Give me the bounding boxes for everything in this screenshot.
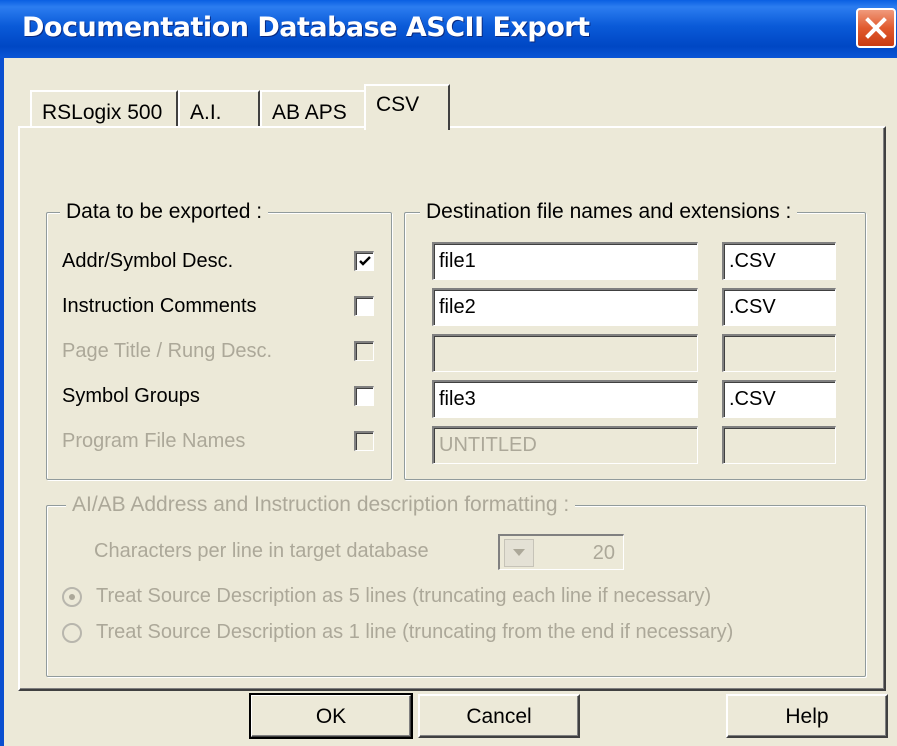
help-button[interactable]: Help	[726, 694, 888, 738]
file-name-input-1[interactable]: file1	[432, 242, 698, 280]
program-file-names-checkbox[interactable]	[354, 431, 374, 451]
addr-symbol-desc-label: Addr/Symbol Desc.	[62, 250, 234, 272]
tab-label: RSLogix 500	[42, 101, 163, 124]
file-ext-input-4[interactable]: .CSV	[722, 380, 836, 418]
formatting-legend: AI/AB Address and Instruction descriptio…	[66, 493, 576, 517]
export-dialog: Documentation Database ASCII Export RSLo…	[0, 0, 897, 746]
file-name-input-3[interactable]	[432, 334, 698, 372]
tab-ai[interactable]: A.I.	[178, 90, 260, 128]
window-frame-left	[0, 58, 4, 746]
checkmark-icon	[359, 256, 371, 266]
addr-symbol-desc-checkbox[interactable]	[354, 251, 374, 271]
program-file-names-label: Program File Names	[62, 430, 246, 452]
tab-label: A.I.	[190, 101, 222, 124]
instruction-comments-checkbox[interactable]	[354, 296, 374, 316]
tab-rslogix-500[interactable]: RSLogix 500	[30, 90, 178, 128]
chars-per-line-label: Characters per line in target database	[94, 540, 429, 562]
file-ext-input-5[interactable]	[722, 426, 836, 464]
file-ext-input-2[interactable]: .CSV	[722, 288, 836, 326]
page-title-rung-desc-label: Page Title / Rung Desc.	[62, 340, 273, 362]
file-ext-input-1[interactable]: .CSV	[722, 242, 836, 280]
symbol-groups-checkbox[interactable]	[354, 386, 374, 406]
title-bar[interactable]: Documentation Database ASCII Export	[0, 0, 897, 58]
radio-1-line-label: Treat Source Description as 1 line (trun…	[96, 621, 734, 643]
radio-1-line[interactable]	[62, 623, 82, 643]
dropdown-button[interactable]	[504, 539, 534, 567]
radio-selected-dot	[69, 594, 75, 600]
symbol-groups-label: Symbol Groups	[62, 385, 200, 407]
file-name-input-4[interactable]: file3	[432, 380, 698, 418]
tab-label: CSV	[376, 93, 420, 116]
radio-5-lines[interactable]	[62, 587, 82, 607]
page-title-rung-desc-checkbox[interactable]	[354, 341, 374, 361]
file-name-input-5[interactable]: UNTITLED	[432, 426, 698, 464]
chevron-down-icon	[513, 549, 525, 556]
destination-legend: Destination file names and extensions :	[420, 200, 798, 224]
file-name-input-2[interactable]: file2	[432, 288, 698, 326]
cancel-button[interactable]: Cancel	[418, 694, 580, 738]
chars-per-line-value: 20	[592, 542, 615, 564]
tab-label: AB APS	[272, 101, 347, 124]
close-icon	[865, 17, 887, 39]
data-to-export-legend: Data to be exported :	[60, 200, 269, 224]
close-button[interactable]	[856, 8, 896, 48]
radio-5-lines-label: Treat Source Description as 5 lines (tru…	[96, 585, 712, 607]
ok-button[interactable]: OK	[249, 693, 413, 739]
chars-per-line-dropdown[interactable]: 20	[498, 534, 624, 570]
tab-ab-aps[interactable]: AB APS	[260, 90, 366, 128]
tab-csv[interactable]: CSV	[364, 84, 450, 130]
file-ext-input-3[interactable]	[722, 334, 836, 372]
instruction-comments-label: Instruction Comments	[62, 295, 257, 317]
window-title: Documentation Database ASCII Export	[22, 12, 590, 43]
